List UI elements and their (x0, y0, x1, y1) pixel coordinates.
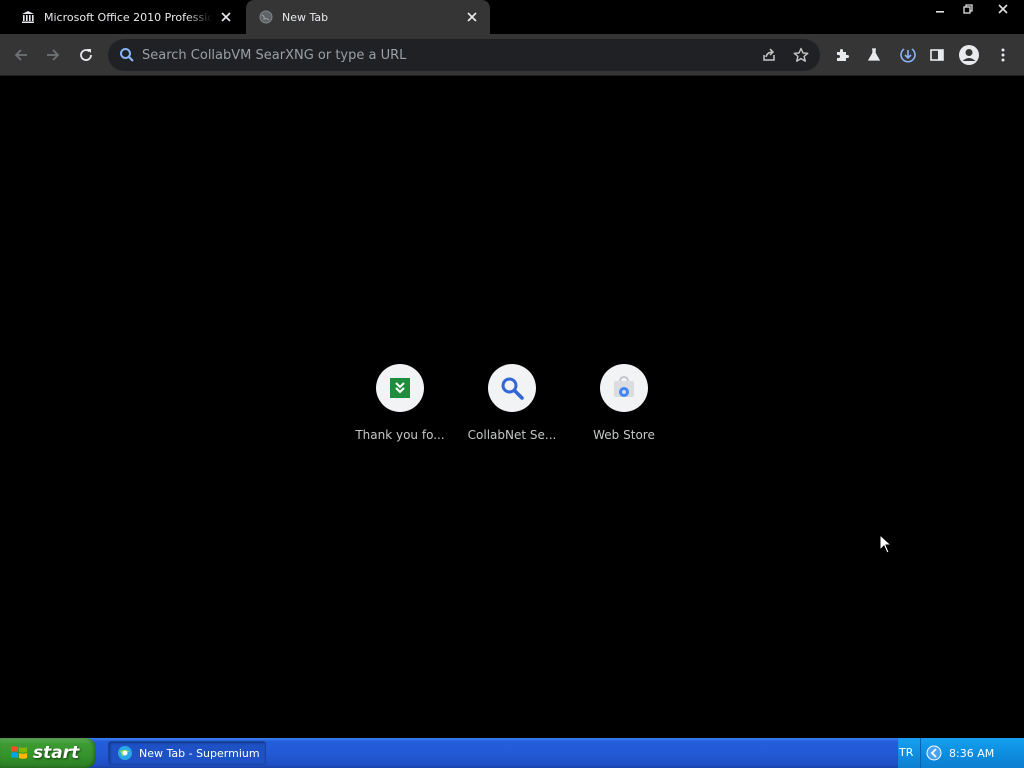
download-icon[interactable] (895, 42, 921, 68)
shortcut-label: Thank you fo... (355, 428, 445, 442)
close-window-icon[interactable] (982, 0, 1024, 18)
start-label: start (33, 743, 80, 763)
clock[interactable]: 8:36 AM (949, 747, 994, 760)
search-magnifier-icon (488, 364, 536, 412)
tab-office[interactable]: Microsoft Office 2010 Professional Plus (8, 0, 244, 34)
supermium-icon (118, 746, 132, 760)
taskbar-item-label: New Tab - Supermium (139, 746, 260, 760)
tab-strip: Microsoft Office 2010 Professional Plus … (0, 0, 1024, 34)
mouse-cursor-icon (879, 534, 891, 554)
menu-icon[interactable] (990, 42, 1016, 68)
shortcut-label: Web Store (593, 428, 655, 442)
back-icon[interactable] (8, 42, 34, 68)
shortcut-tile[interactable]: Thank you fo... (344, 362, 456, 452)
tray-network-icon[interactable] (926, 745, 942, 761)
bank-icon (20, 9, 36, 25)
language-indicator[interactable]: TR (899, 746, 913, 759)
new-tab-page: Thank you fo... CollabNet Se... Web Stor… (0, 77, 1024, 738)
shortcut-tile[interactable]: CollabNet Se... (456, 362, 568, 452)
shortcut-tile[interactable]: Web Store (568, 362, 680, 452)
close-tab-icon[interactable] (464, 9, 480, 25)
restore-icon[interactable] (954, 0, 982, 18)
tab-title: New Tab (282, 10, 329, 24)
tab-new-tab[interactable]: New Tab (246, 0, 490, 34)
side-panel-icon[interactable] (924, 42, 950, 68)
share-icon[interactable] (756, 42, 782, 68)
taskbar-item-browser[interactable]: New Tab - Supermium (108, 741, 266, 765)
taskbar: start New Tab - Supermium TR 8:36 AM (0, 738, 1024, 768)
forward-icon[interactable] (40, 42, 66, 68)
browser-toolbar (0, 34, 1024, 76)
window-controls (926, 0, 1024, 18)
bookmark-star-icon[interactable] (788, 42, 814, 68)
extensions-icon[interactable] (829, 42, 855, 68)
system-tray: TR 8:36 AM (899, 738, 1024, 768)
tab-title: Microsoft Office 2010 Professional Plus (44, 10, 212, 24)
globe-icon (258, 9, 274, 25)
shortcut-label: CollabNet Se... (467, 428, 557, 442)
labs-flask-icon[interactable] (861, 42, 887, 68)
profile-icon[interactable] (956, 42, 982, 68)
start-button[interactable]: start (0, 738, 96, 768)
desktop-screen: Microsoft Office 2010 Professional Plus … (0, 0, 1024, 768)
address-input[interactable] (142, 47, 756, 63)
reload-icon[interactable] (73, 42, 99, 68)
search-icon (118, 46, 136, 64)
close-tab-icon[interactable] (218, 9, 234, 25)
omnibox[interactable] (108, 39, 820, 71)
download-chevron-icon (376, 364, 424, 412)
minimize-icon[interactable] (926, 0, 954, 18)
web-store-icon (600, 364, 648, 412)
windows-flag-icon (11, 746, 27, 759)
